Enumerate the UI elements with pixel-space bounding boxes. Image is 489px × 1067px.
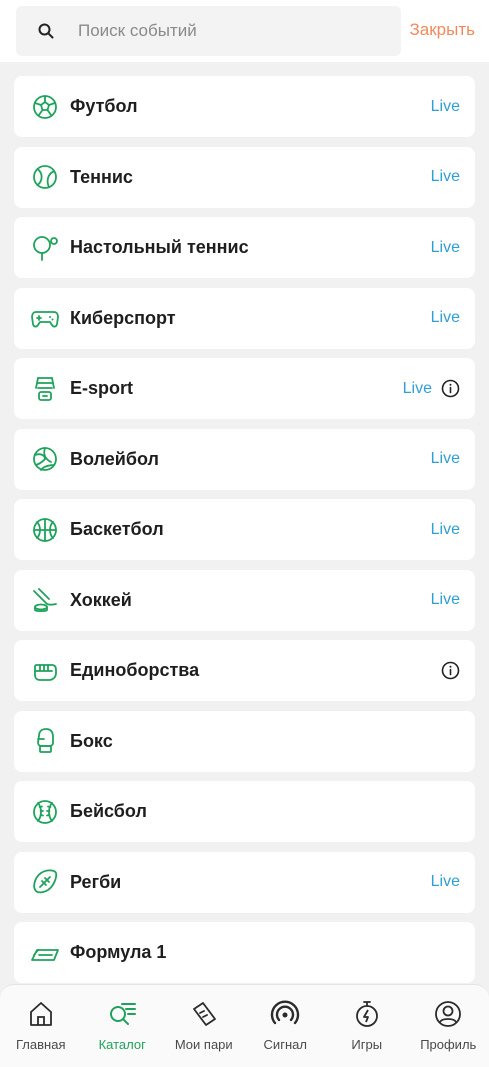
home-icon	[26, 999, 56, 1029]
sport-name: Футбол	[70, 96, 138, 116]
sport-item-hockey[interactable]: Хоккей Live	[14, 569, 475, 631]
live-label: Live	[430, 309, 460, 326]
volleyball-icon	[30, 444, 60, 474]
live-label: Live	[430, 520, 460, 538]
sport-name: Бокс	[70, 730, 113, 751]
boxing-glove-icon	[30, 726, 60, 756]
sport-item-tennis-ball[interactable]: Теннис Live	[14, 146, 475, 208]
sport-item-right: Live	[431, 429, 460, 490]
basketball-icon	[30, 515, 60, 545]
sport-item-right: Live	[431, 76, 460, 137]
signal-icon	[270, 999, 300, 1029]
sport-item-right: Live	[403, 358, 460, 419]
tab-catalog[interactable]: Каталог	[82, 985, 162, 1067]
tab-bet-ticket[interactable]: Мои пари	[164, 985, 244, 1067]
tab-profile[interactable]: Профиль	[408, 985, 488, 1067]
sport-name: Формула 1	[70, 942, 167, 962]
bet-ticket-icon	[189, 999, 219, 1029]
formula1-icon	[30, 938, 60, 968]
sport-item-baseball[interactable]: Бейсбол	[14, 781, 475, 842]
search-box[interactable]	[16, 6, 401, 56]
tab-label: Профиль	[420, 1037, 477, 1052]
baseball-icon	[30, 797, 60, 827]
sport-name: Баскетбол	[70, 519, 164, 539]
search-icon	[36, 21, 56, 41]
tab-label: Мои пари	[174, 1037, 233, 1052]
sport-item-right: Live	[431, 570, 460, 631]
stopwatch-icon	[352, 999, 382, 1029]
tab-signal[interactable]: Сигнал	[245, 985, 325, 1067]
sport-item-right: Live	[431, 852, 460, 913]
catalog-icon	[107, 999, 137, 1029]
rugby-ball-icon	[30, 867, 60, 897]
tab-label: Главная	[16, 1037, 66, 1052]
esport-icon	[30, 374, 60, 404]
sport-name: E-sport	[70, 378, 133, 398]
sport-item-right	[432, 640, 460, 701]
close-button[interactable]: Закрыть	[410, 20, 475, 40]
live-label: Live	[430, 450, 460, 467]
table-tennis-icon	[30, 233, 60, 263]
tab-label: Игры	[351, 1037, 383, 1052]
sport-item-formula1[interactable]: Формула 1	[14, 922, 475, 983]
sport-item-right: Live	[431, 499, 460, 560]
hockey-icon	[30, 585, 60, 615]
live-label: Live	[430, 873, 460, 890]
sport-item-right: Live	[431, 288, 460, 349]
sport-item-right: Live	[431, 147, 460, 208]
sport-item-volleyball[interactable]: Волейбол Live	[14, 428, 475, 490]
sport-name: Регби	[70, 871, 122, 892]
tab-stopwatch[interactable]: Игры	[327, 985, 407, 1067]
sport-item-esport[interactable]: E-sport Live	[14, 358, 475, 419]
martial-arts-icon	[30, 656, 60, 686]
sport-item-basketball[interactable]: Баскетбол Live	[14, 499, 475, 560]
live-label: Live	[430, 591, 460, 608]
live-label: Live	[402, 379, 432, 397]
live-label: Live	[430, 97, 460, 115]
sport-name: Бейсбол	[70, 801, 147, 821]
top-bar: Закрыть	[0, 0, 489, 62]
sport-name: Теннис	[70, 166, 133, 187]
sport-item-rugby-ball[interactable]: Регби Live	[14, 851, 475, 913]
sport-item-gamepad[interactable]: Киберспорт Live	[14, 287, 475, 349]
info-icon[interactable]	[441, 661, 460, 680]
tab-label: Сигнал	[263, 1037, 307, 1052]
football-icon	[30, 92, 60, 122]
tab-label: Каталог	[98, 1037, 146, 1052]
sport-name: Настольный теннис	[70, 237, 249, 257]
sport-item-football[interactable]: Футбол Live	[14, 76, 475, 137]
sport-item-right: Live	[431, 217, 460, 278]
sports-list: Футбол Live Теннис Live Настольный теннис Liv…	[14, 76, 475, 993]
live-label: Live	[430, 168, 460, 185]
profile-icon	[433, 999, 463, 1029]
tab-home[interactable]: Главная	[1, 985, 81, 1067]
tennis-ball-icon	[30, 162, 60, 192]
live-label: Live	[430, 238, 460, 256]
bottom-tab-bar: Главная Каталог Мои пари Сигнал Игры Профиль	[0, 984, 489, 1067]
sport-item-boxing-glove[interactable]: Бокс	[14, 710, 475, 772]
info-icon[interactable]	[441, 379, 460, 398]
sport-name: Киберспорт	[70, 307, 176, 328]
sport-name: Хоккей	[70, 589, 132, 610]
sport-item-table-tennis[interactable]: Настольный теннис Live	[14, 217, 475, 278]
sport-name: Волейбол	[70, 448, 159, 469]
gamepad-icon	[30, 303, 60, 333]
sport-item-martial-arts[interactable]: Единоборства	[14, 640, 475, 701]
search-input[interactable]	[76, 20, 360, 42]
sport-name: Единоборства	[70, 660, 200, 680]
